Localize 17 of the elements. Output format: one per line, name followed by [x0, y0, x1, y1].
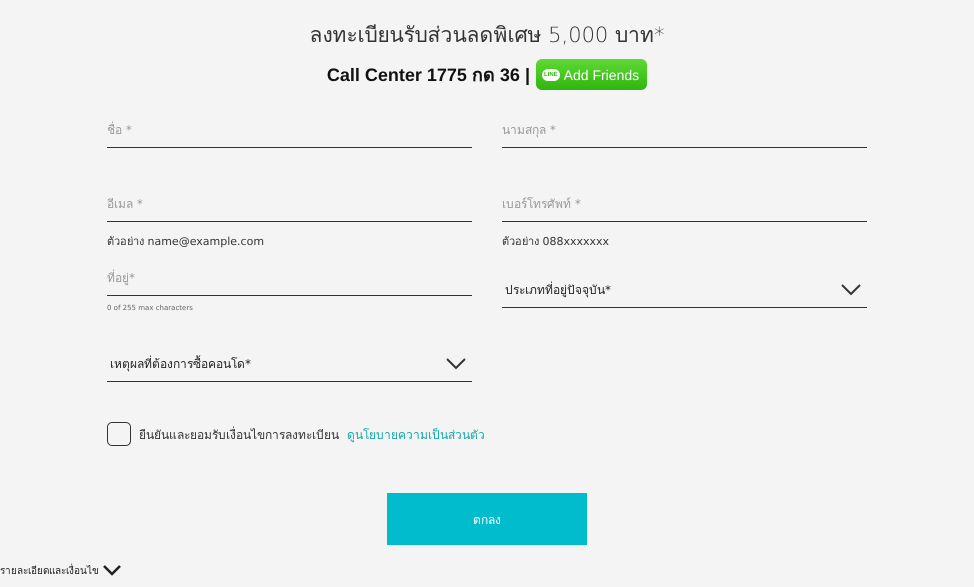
chevron-down-icon [103, 565, 121, 576]
terms-toggle[interactable]: รายละเอียดและเงื่อนไข [0, 563, 121, 578]
chevron-down-icon [446, 358, 466, 370]
dropdown-field[interactable]: เหตุผลที่ต้องการซื้อคอนโด* [107, 346, 472, 382]
chevron-down-icon [841, 284, 861, 296]
input-field[interactable]: ชื่อ * [107, 112, 472, 148]
consent-checkbox[interactable] [107, 422, 131, 446]
input-field[interactable]: นามสกุล * [502, 112, 867, 148]
consent-label: ยืนยันและยอมรับเงื่อนไขการลงทะเบียน [139, 426, 339, 444]
dropdown-field[interactable]: ประเภทที่อยู่ปัจจุบัน* [502, 272, 867, 308]
field-hint: ตัวอย่าง 088xxxxxxx [502, 234, 610, 250]
page-heading: ลงทะเบียนรับส่วนลดพิเศษ 5,000 บาท* [308, 22, 666, 49]
call-center-text: Call Center 1775 กด 36 | [326, 64, 530, 87]
input-field[interactable]: ที่อยู่* [107, 260, 472, 296]
input-field[interactable]: อีเมล * [107, 186, 472, 222]
input-field[interactable]: เบอร์โทรศัพท์ * [502, 186, 867, 222]
field-hint: ตัวอย่าง name@example.com [107, 234, 266, 250]
